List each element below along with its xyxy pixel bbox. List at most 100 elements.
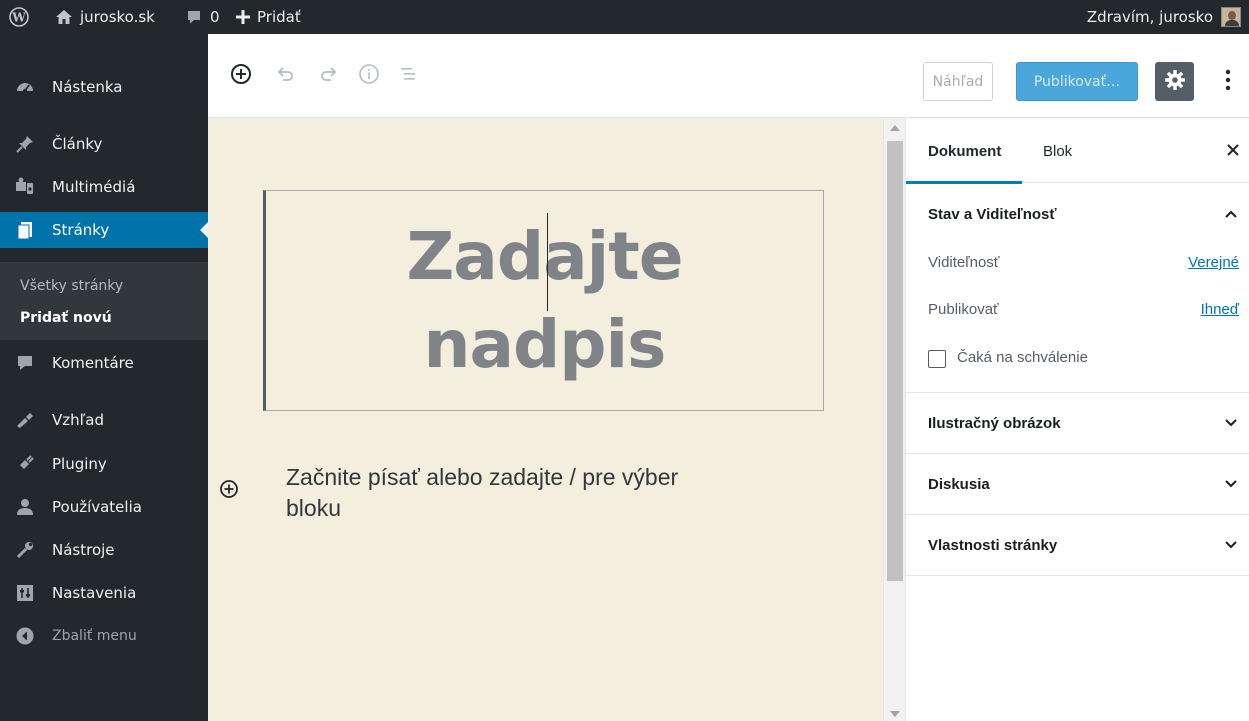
new-content-link[interactable]: Pridať	[236, 0, 301, 34]
canvas-scrollbar[interactable]	[883, 119, 905, 721]
menu-label: Nástroje	[52, 541, 115, 559]
menu-label: Pluginy	[52, 455, 107, 473]
tab-block[interactable]: Blok	[1043, 119, 1072, 183]
publish-label: Publikovať	[928, 301, 999, 318]
preview-button[interactable]: Náhľad	[923, 62, 993, 101]
add-block-icon	[230, 63, 252, 89]
submenu-all-pages[interactable]: Všetky stránky	[20, 278, 123, 294]
menu-item-tools[interactable]: Nástroje	[0, 532, 208, 568]
site-name: jurosko.sk	[80, 8, 155, 26]
submenu-add-new[interactable]: Pridať novú	[20, 310, 112, 326]
menu-label: Stránky	[52, 221, 110, 239]
pin-icon	[15, 134, 35, 154]
comment-bubble-icon	[186, 9, 202, 25]
menu-label: Články	[52, 135, 103, 153]
menu-item-settings[interactable]: Nastavenia	[0, 575, 208, 611]
tools-icon	[15, 540, 35, 560]
menu-label: Vzhľad	[52, 411, 104, 429]
comments-link[interactable]: 0	[186, 0, 220, 34]
svg-text:W: W	[11, 11, 26, 25]
visibility-link[interactable]: Verejné	[1188, 254, 1239, 271]
collapse-label: Zbaliť menu	[52, 628, 137, 644]
text-caret	[547, 213, 548, 311]
settings-tabs: Dokument Blok	[905, 119, 1249, 184]
settings-toggle-button[interactable]	[1155, 62, 1194, 101]
avatar	[1221, 7, 1241, 27]
comments-count: 0	[210, 8, 220, 26]
admin-sidebar: Nástenka Články Multimédiá Stránky Všetk…	[0, 34, 208, 721]
panel-title: Ilustračný obrázok	[928, 414, 1061, 432]
tab-document[interactable]: Dokument	[905, 119, 1023, 184]
menu-item-dashboard[interactable]: Nástenka	[0, 69, 208, 105]
scroll-up-arrow-icon[interactable]	[890, 125, 900, 131]
appearance-icon	[15, 410, 35, 430]
scroll-down-arrow-icon[interactable]	[890, 711, 900, 717]
menu-label: Nastavenia	[52, 584, 137, 602]
greeting: Zdravím, jurosko	[1086, 8, 1213, 26]
plugins-icon	[15, 454, 35, 474]
more-tools-button[interactable]	[1213, 62, 1243, 101]
panel-title: Stav a Viditeľnosť	[928, 205, 1057, 223]
pages-submenu: Všetky stránky Pridať novú	[0, 262, 208, 340]
info-icon	[358, 63, 380, 89]
settings-icon	[15, 583, 35, 603]
chevron-down-icon	[1223, 537, 1239, 553]
redo-button[interactable]	[314, 62, 342, 90]
menu-item-media[interactable]: Multimédiá	[0, 169, 208, 205]
redo-icon	[318, 64, 338, 88]
menu-label: Nástenka	[52, 78, 123, 96]
panel-title: Diskusia	[928, 475, 990, 493]
close-icon	[1224, 144, 1242, 163]
content-info-button[interactable]	[355, 62, 383, 90]
collapse-menu-button[interactable]: Zbaliť menu	[0, 618, 208, 654]
more-vertical-icon	[1225, 69, 1231, 95]
undo-icon	[276, 64, 296, 88]
title-input[interactable]: Zadajte nadpis	[263, 190, 824, 411]
panel-title: Vlastnosti stránky	[928, 536, 1058, 554]
menu-item-pages[interactable]: Stránky	[0, 212, 208, 248]
menu-item-posts[interactable]: Články	[0, 126, 208, 162]
users-icon	[15, 497, 35, 517]
site-name-link[interactable]: jurosko.sk	[55, 0, 155, 34]
publish-date-link[interactable]: Ihneď	[1201, 301, 1239, 318]
title-placeholder-line2: nadpis	[423, 306, 667, 383]
editor-header: Náhľad Publikovať…	[208, 34, 1249, 118]
menu-item-appearance[interactable]: Vzhľad	[0, 402, 208, 438]
discussion-panel-toggle[interactable]: Diskusia	[906, 454, 1249, 514]
status-visibility-panel-toggle[interactable]: Stav a Viditeľnosť	[906, 184, 1249, 244]
scrollbar-thumb[interactable]	[887, 141, 903, 581]
publish-button[interactable]: Publikovať…	[1016, 62, 1138, 101]
title-placeholder: Zadajte nadpis	[266, 213, 823, 389]
close-settings-button[interactable]	[1224, 141, 1242, 159]
add-block-button[interactable]	[227, 62, 255, 90]
pending-review-checkbox[interactable]	[928, 350, 946, 368]
divider	[906, 575, 1249, 576]
admin-bar: W jurosko.sk 0 Pridať Zdravím, jurosko	[0, 0, 1249, 34]
user-account-link[interactable]: Zdravím, jurosko	[1087, 0, 1241, 34]
undo-button[interactable]	[272, 62, 300, 90]
menu-item-plugins[interactable]: Pluginy	[0, 446, 208, 482]
wordpress-logo-icon[interactable]: W	[9, 0, 29, 34]
featured-image-panel-toggle[interactable]: Ilustračný obrázok	[906, 393, 1249, 453]
media-icon	[15, 177, 35, 197]
menu-label: Používatelia	[52, 498, 142, 516]
collapse-arrow-icon	[15, 626, 35, 646]
new-label: Pridať	[257, 8, 301, 26]
pending-review-label: Čaká na schválenie	[957, 349, 1088, 366]
settings-sidebar: Dokument Blok Stav a Viditeľnosť Viditeľ…	[905, 119, 1249, 721]
page-attributes-panel-toggle[interactable]: Vlastnosti stránky	[906, 515, 1249, 575]
inline-add-block-button[interactable]	[219, 479, 239, 499]
editor-canvas: Zadajte nadpis Začnite písať alebo zadaj…	[208, 119, 883, 721]
body-placeholder[interactable]: Začnite písať alebo zadajte / pre výber …	[286, 462, 726, 524]
chevron-up-icon	[1223, 206, 1239, 222]
add-block-icon	[219, 480, 239, 503]
title-placeholder-line1: Zadajte	[406, 218, 683, 295]
visibility-label: Viditeľnosť	[928, 254, 1000, 271]
home-icon	[55, 9, 73, 25]
plus-icon	[236, 10, 250, 24]
chevron-down-icon	[1223, 415, 1239, 431]
block-navigation-button[interactable]	[394, 62, 422, 90]
menu-item-users[interactable]: Používatelia	[0, 489, 208, 525]
menu-item-comments[interactable]: Komentáre	[0, 345, 208, 381]
menu-label: Komentáre	[52, 354, 134, 372]
